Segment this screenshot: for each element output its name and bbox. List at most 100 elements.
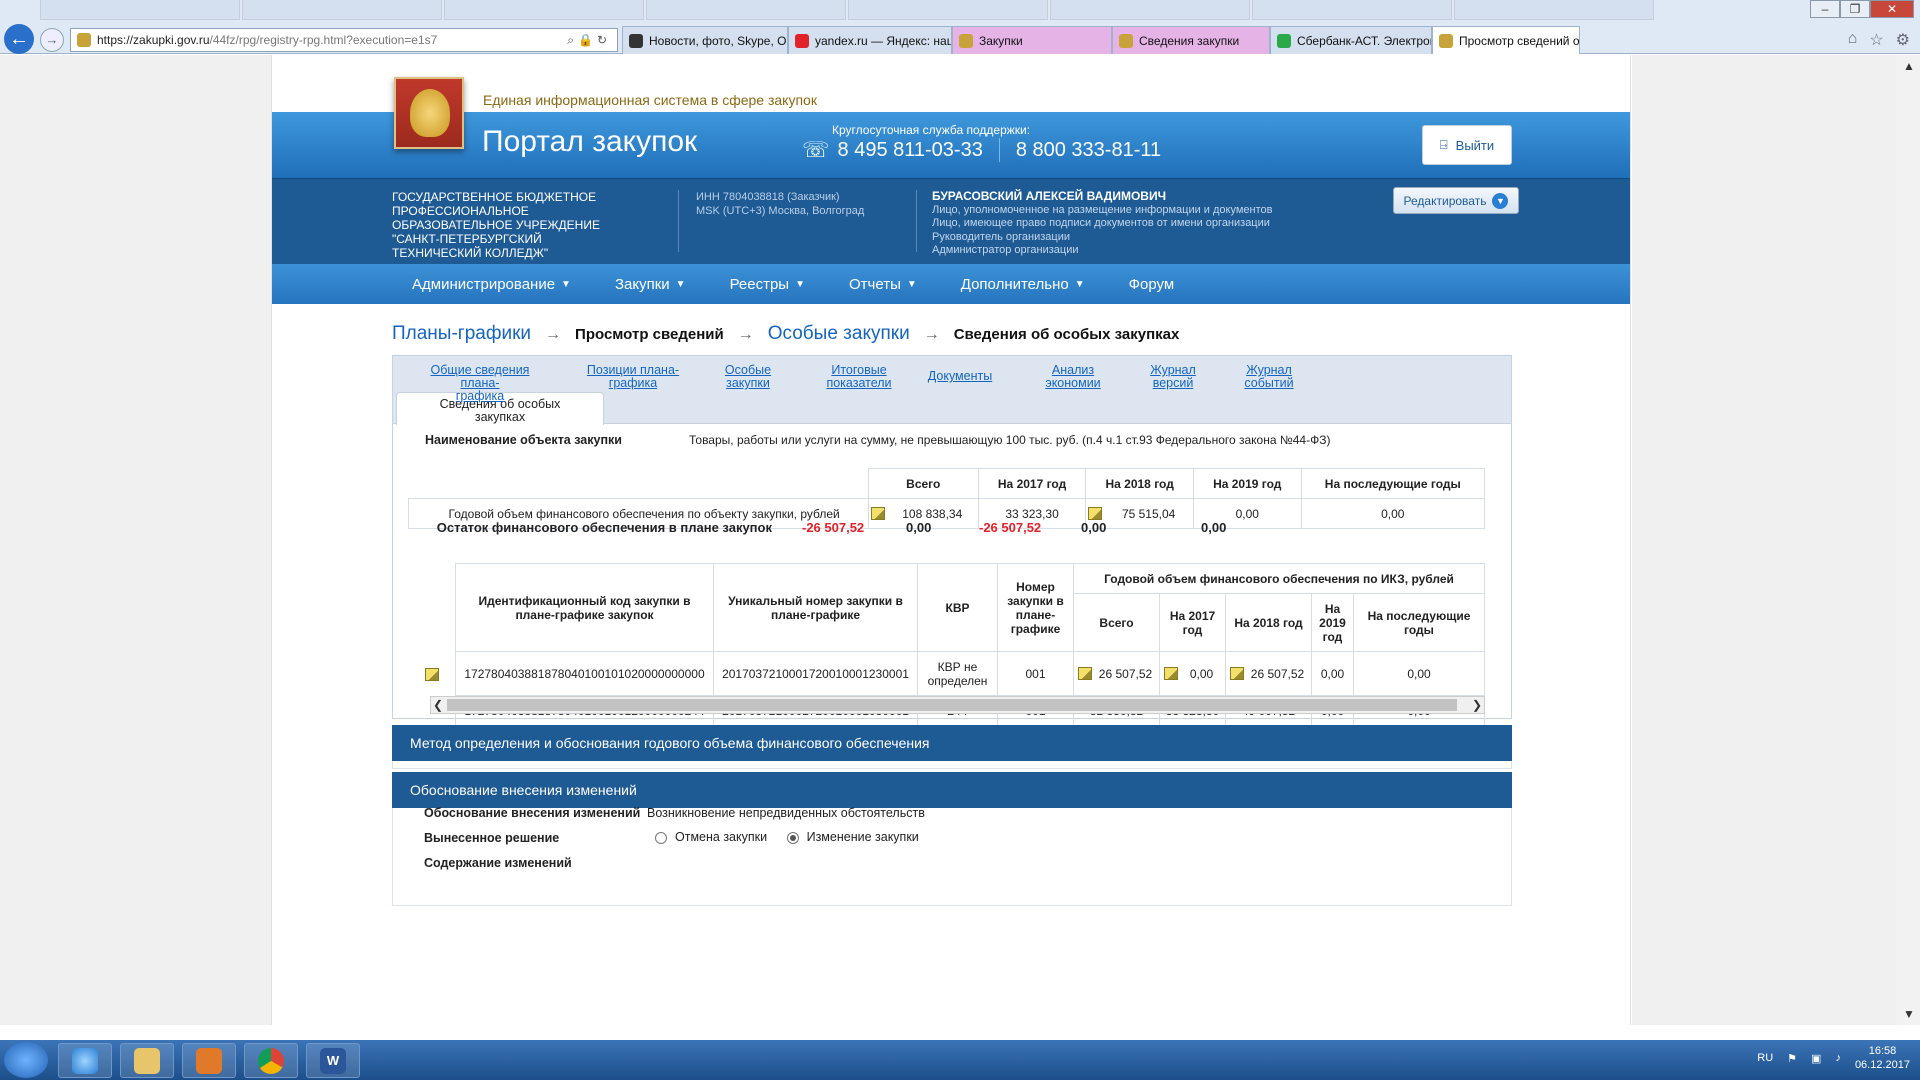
network-icon[interactable]: ▣ bbox=[1811, 1052, 1821, 1065]
tab-link-line: графика bbox=[608, 376, 658, 390]
chevron-down-icon: ▼ bbox=[561, 278, 571, 290]
nav-item[interactable]: Форум bbox=[1129, 276, 1175, 293]
close-window-icon[interactable]: ✕ bbox=[1870, 0, 1914, 18]
tab-link[interactable]: Документы bbox=[900, 370, 1020, 383]
tab-link[interactable]: Особые закупки bbox=[688, 364, 808, 390]
col-header-kvr: КВР bbox=[917, 563, 998, 652]
home-icon[interactable]: ⌂ bbox=[1848, 30, 1858, 50]
user-role: Лицо, имеющее право подписи документов о… bbox=[932, 217, 1270, 229]
section-method-header[interactable]: Метод определения и обоснования годового… bbox=[392, 725, 1512, 761]
edit-button[interactable]: Редактировать ▼ bbox=[1393, 187, 1519, 214]
phone-1: 8 495 811-03-33 bbox=[837, 138, 983, 161]
radio-change[interactable] bbox=[786, 831, 799, 844]
tab-title: Новости, фото, Skype, Outloo... bbox=[649, 33, 787, 48]
page-right-margin bbox=[1632, 55, 1898, 1025]
breadcrumb-special[interactable]: Особые закупки bbox=[768, 323, 910, 345]
scroll-left-icon[interactable]: ❮ bbox=[431, 697, 445, 713]
scroll-up-icon[interactable]: ▲ bbox=[1898, 59, 1920, 73]
justification-label: Обоснование внесения изменений bbox=[424, 806, 641, 820]
page-vertical-scrollbar[interactable]: ▲ ▼ bbox=[1898, 55, 1920, 1025]
nav-item-label: Форум bbox=[1128, 275, 1175, 293]
edit-pencil-icon[interactable] bbox=[425, 668, 439, 681]
organization-inn: ИНН 7804038818 (Заказчик) MSK (UTC+3) Мос… bbox=[696, 191, 865, 217]
browser-tab[interactable]: Сбербанк-АСТ. Электронная... bbox=[1270, 26, 1432, 54]
scroll-right-icon[interactable]: ❯ bbox=[1470, 697, 1484, 713]
settings-gear-icon[interactable]: ⚙ bbox=[1896, 30, 1910, 50]
taskbar-chrome[interactable] bbox=[244, 1043, 298, 1078]
cell-ikz: 172780403881878040100101020000000000 bbox=[455, 651, 714, 696]
edit-pencil-icon[interactable] bbox=[1078, 666, 1092, 680]
nav-item-label: Закупки bbox=[614, 275, 670, 293]
nav-item[interactable]: Дополнительно ▼ bbox=[961, 276, 1085, 293]
col-header: На 2018 год bbox=[1085, 468, 1194, 499]
tab-link[interactable]: Общие сведения плана-графика bbox=[420, 364, 540, 403]
flag-icon[interactable]: ⚑ bbox=[1787, 1052, 1797, 1065]
table-horizontal-scrollbar[interactable]: ❮ ❯ bbox=[430, 696, 1485, 714]
remainder-2018: -26 507,52 bbox=[979, 520, 1042, 535]
arrow-right-icon: → bbox=[545, 326, 562, 343]
remainder-later: 0,00 bbox=[1201, 520, 1227, 535]
logout-button[interactable]: ⍈ Выйти bbox=[1422, 125, 1512, 165]
nav-item[interactable]: Администрирование ▼ bbox=[412, 276, 571, 293]
clock[interactable]: 16:58 06.12.2017 bbox=[1855, 1044, 1910, 1072]
section-changes-header[interactable]: Обоснование внесения изменений bbox=[392, 772, 1512, 808]
taskbar-media[interactable] bbox=[182, 1043, 236, 1078]
browser-tab[interactable]: Новости, фото, Skype, Outloo... bbox=[622, 26, 788, 54]
nav-item[interactable]: Реестры ▼ bbox=[730, 276, 805, 293]
tab-link[interactable]: Позиции плана-графика bbox=[573, 364, 693, 390]
chevron-down-icon: ▼ bbox=[1074, 278, 1085, 290]
coat-of-arms-icon[interactable] bbox=[394, 77, 464, 149]
taskbar-explorer[interactable] bbox=[120, 1043, 174, 1078]
edit-pencil-icon[interactable] bbox=[1164, 666, 1178, 680]
phone-2: 8 800 333-81-11 bbox=[1015, 138, 1162, 161]
page-container: Единая информационная система в сфере за… bbox=[271, 55, 1631, 1025]
address-bar[interactable]: https://zakupki.gov.ru/44fz/rpg/registry… bbox=[70, 28, 618, 52]
minimize-icon[interactable]: – bbox=[1810, 0, 1840, 18]
scroll-down-icon[interactable]: ▼ bbox=[1898, 1007, 1920, 1021]
back-button[interactable]: ← bbox=[4, 24, 34, 54]
portal-title[interactable]: Портал закупок bbox=[482, 125, 697, 159]
nav-item[interactable]: Закупки ▼ bbox=[615, 276, 686, 293]
col-header: На 2019 год bbox=[1192, 468, 1302, 499]
user-role: Руководитель организации bbox=[932, 230, 1071, 243]
ie-icon bbox=[72, 1047, 98, 1074]
finance-remainder-row: Остаток финансового обеспечения в плане … bbox=[408, 514, 1485, 540]
radio-cancel[interactable] bbox=[655, 831, 667, 844]
site-favicon-icon bbox=[77, 33, 91, 47]
volume-icon[interactable]: ♪ bbox=[1835, 1052, 1841, 1064]
col-header: На 2018 год bbox=[1225, 593, 1312, 652]
arrow-right-icon: → bbox=[737, 326, 754, 343]
col-header-ikz: Идентификационный код закупки в плане-гр… bbox=[455, 563, 714, 652]
cell-later: 0,00 bbox=[1353, 651, 1485, 696]
language-indicator[interactable]: RU bbox=[1757, 1052, 1773, 1064]
browser-tab[interactable]: Закупки bbox=[952, 26, 1112, 54]
maximize-icon[interactable]: ❐ bbox=[1840, 0, 1870, 18]
tab-title: Сбербанк-АСТ. Электронная... bbox=[1297, 33, 1431, 48]
address-tools-icon[interactable]: ⌕🔒↻ bbox=[567, 33, 611, 48]
scrollbar-thumb[interactable] bbox=[447, 699, 1457, 711]
url-text: https://zakupki.gov.ru/44fz/rpg/registry… bbox=[97, 33, 438, 47]
tab-link[interactable]: Журнал событий bbox=[1209, 364, 1329, 390]
media-player-icon bbox=[196, 1047, 222, 1074]
nav-item[interactable]: Отчеты ▼ bbox=[849, 276, 917, 293]
door-icon: ⍈ bbox=[1439, 137, 1448, 152]
browser-tab[interactable]: yandex.ru — Яндекс: нашлос... bbox=[788, 26, 952, 54]
forward-button[interactable]: → bbox=[40, 28, 64, 52]
special-purchase-panel: Сведения об особых закупках Общие сведени… bbox=[392, 355, 1512, 726]
browser-tab[interactable]: Сведения закупки bbox=[1112, 26, 1270, 54]
phone-icon: ☏ bbox=[802, 137, 830, 162]
chevron-down-icon: ▼ bbox=[1492, 192, 1509, 209]
taskbar-ie[interactable] bbox=[58, 1043, 112, 1078]
edit-pencil-icon[interactable] bbox=[1230, 666, 1244, 680]
radio-change-label: Изменение закупки bbox=[806, 830, 919, 844]
user-role: Лицо, уполномоченное на размещение инфор… bbox=[932, 203, 1273, 216]
favorites-star-icon[interactable]: ☆ bbox=[1869, 30, 1883, 50]
taskbar-word[interactable]: W bbox=[306, 1043, 360, 1078]
breadcrumb-plans[interactable]: Планы-графики bbox=[392, 323, 531, 345]
cell-2018: 26 507,52 bbox=[1225, 651, 1312, 696]
browser-tab-bar: Новости, фото, Skype, Outloo... yandex.ru… bbox=[622, 26, 1580, 54]
browser-tab[interactable]: Просмотр сведений о пла...✕ bbox=[1432, 26, 1580, 54]
system-tray: RU ⚑ ▣ ♪ 16:58 06.12.2017 bbox=[1757, 1044, 1910, 1072]
breadcrumb-view[interactable]: Просмотр сведений bbox=[575, 326, 724, 343]
start-button[interactable] bbox=[4, 1042, 48, 1078]
